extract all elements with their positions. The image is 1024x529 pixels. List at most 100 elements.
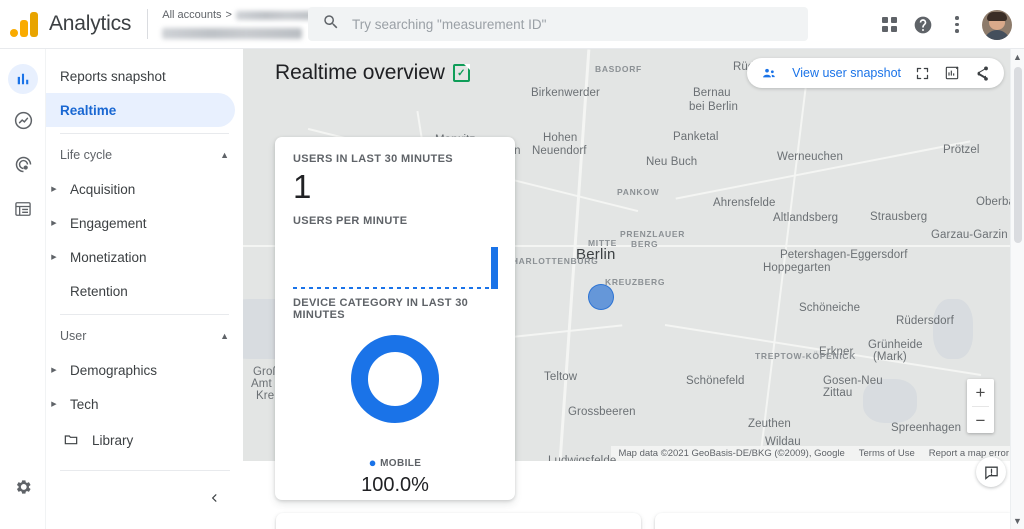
- users-per-minute-chart[interactable]: [293, 243, 499, 289]
- map-label: Rüdersdorf: [896, 315, 954, 327]
- gear-icon[interactable]: [0, 477, 46, 497]
- user-snapshot-icon: [761, 65, 778, 82]
- users-by-audience-card: Users ▼ by Audience #1 -: [655, 513, 1016, 529]
- folder-icon: [62, 431, 80, 450]
- map-attribution: Map data ©2021 GeoBasis-DE/BKG (©2009), …: [611, 446, 1016, 461]
- chart-bar: [491, 247, 499, 289]
- chevron-up-icon[interactable]: ▲: [220, 150, 229, 160]
- analytics-logo-icon: [10, 11, 40, 37]
- feedback-chat-icon[interactable]: [976, 457, 1006, 487]
- sidebar-item-label: Realtime: [60, 102, 117, 118]
- bar-chart-icon: [8, 64, 38, 94]
- scrollbar-thumb[interactable]: [1014, 67, 1022, 243]
- sidebar-section-user[interactable]: User ▲: [46, 319, 243, 353]
- share-icon[interactable]: [974, 65, 990, 81]
- help-circle-icon[interactable]: [906, 8, 940, 42]
- sidebar-item-tech[interactable]: ▶ Tech: [46, 387, 235, 421]
- map-label: Schöneiche: [799, 302, 861, 314]
- map-zoom-in-button[interactable]: +: [967, 379, 994, 406]
- rail-item-explore[interactable]: [0, 101, 46, 145]
- page-title: Realtime overview: [275, 61, 445, 84]
- view-user-snapshot-link[interactable]: View user snapshot: [792, 66, 901, 80]
- map-label: BASDORF: [595, 64, 642, 74]
- sidebar-item-acquisition[interactable]: ▶ Acquisition: [46, 172, 235, 206]
- map-label: Strausberg: [870, 211, 928, 223]
- map-zoom-out-button[interactable]: −: [967, 407, 994, 434]
- device-category-donut[interactable]: [293, 335, 497, 451]
- rail-item-advertising[interactable]: [0, 145, 46, 189]
- map-label: Neuendorf: [532, 145, 587, 157]
- sidebar-nav: Reports snapshot Realtime Life cycle ▲ ▶…: [46, 49, 243, 529]
- sidebar-item-engagement[interactable]: ▶ Engagement: [46, 206, 235, 240]
- page-scrollbar[interactable]: ▲ ▼: [1010, 49, 1024, 529]
- map-terms-link[interactable]: Terms of Use: [859, 448, 915, 459]
- map-zoom-controls[interactable]: + −: [967, 379, 994, 433]
- users-30min-value: 1: [293, 168, 312, 205]
- scroll-down-icon[interactable]: ▼: [1011, 513, 1024, 529]
- account-selector[interactable]: All accounts > ▼: [162, 9, 322, 39]
- donut-ring: [351, 335, 439, 423]
- sidebar-divider: [60, 133, 229, 134]
- document-check-icon[interactable]: ✓: [452, 64, 470, 82]
- map-label: Grünheide: [868, 339, 923, 351]
- sidebar-item-retention[interactable]: Retention: [46, 274, 235, 308]
- search-bar[interactable]: [308, 7, 808, 41]
- sidebar-item-reports-snapshot[interactable]: Reports snapshot: [46, 59, 235, 93]
- main-content: Berlin Map data ©2021 GeoBasis-DE/BKG (©…: [243, 49, 1024, 529]
- sidebar-item-realtime[interactable]: Realtime: [46, 93, 235, 127]
- realtime-overview-card: USERS IN LAST 30 MINUTES 1 USERS PER MIN…: [275, 137, 515, 500]
- sidebar-item-library[interactable]: Library: [46, 423, 243, 457]
- search-input[interactable]: [352, 16, 772, 32]
- sidebar-collapse-button[interactable]: [203, 487, 225, 509]
- fullscreen-expand-icon[interactable]: [915, 66, 930, 81]
- map-label: Ahrensfelde: [713, 197, 776, 209]
- map-label: Altlandsberg: [773, 212, 839, 224]
- map-label: Hoppegarten: [763, 262, 831, 274]
- map-data-credit: Map data ©2021 GeoBasis-DE/BKG (©2009), …: [618, 448, 845, 459]
- advertising-target-icon: [13, 154, 34, 180]
- sidebar-section-label: Life cycle: [60, 148, 113, 162]
- map-label: Spreenhagen: [891, 422, 962, 434]
- apps-grid-icon[interactable]: [872, 8, 906, 42]
- map-label: BERG: [631, 239, 659, 249]
- avatar[interactable]: [982, 9, 1012, 40]
- map-label: Grossbeeren: [568, 406, 636, 418]
- explore-compass-icon: [13, 110, 34, 136]
- map-label: Birkenwerder: [531, 87, 600, 99]
- sidebar-item-monetization[interactable]: ▶ Monetization: [46, 240, 235, 274]
- property-name-redacted: [162, 28, 303, 39]
- map-label: MITTE: [588, 238, 617, 248]
- map-label: Petershagen-Eggersdorf: [780, 249, 908, 261]
- rail-item-configure[interactable]: [0, 189, 46, 233]
- users-per-minute-label: USERS PER MINUTE: [293, 215, 408, 227]
- snapshot-action-bar: View user snapshot: [747, 58, 1004, 88]
- sidebar-item-label: Monetization: [70, 249, 147, 265]
- chevron-up-icon[interactable]: ▲: [220, 331, 229, 341]
- donut-legend: ● MOBILE 100.0%: [293, 455, 497, 497]
- sidebar-section-label: User: [60, 329, 87, 343]
- sidebar-section-life-cycle[interactable]: Life cycle ▲: [46, 138, 243, 172]
- rail-item-reports[interactable]: [0, 57, 46, 101]
- sidebar-bottom-divider: [60, 470, 230, 471]
- sidebar-item-label: Reports snapshot: [60, 68, 166, 84]
- map-label: Garzau-Garzin: [931, 229, 1008, 241]
- nav-rail: [0, 49, 46, 529]
- users-by-user-source-card: Users by User source ▼ #1 -: [276, 513, 641, 529]
- map-label: (Mark): [873, 351, 907, 363]
- sidebar-item-label: Tech: [70, 396, 99, 412]
- sidebar-divider: [60, 314, 229, 315]
- map-label: Teltow: [544, 371, 578, 383]
- scroll-up-icon[interactable]: ▲: [1011, 49, 1024, 65]
- map-label: bei Berlin: [689, 101, 738, 113]
- breadcrumb-all-accounts[interactable]: All accounts: [162, 9, 221, 21]
- map-label: KREUZBERG: [605, 277, 666, 287]
- expand-arrow-icon: ▶: [51, 220, 57, 227]
- map-label: Ludwigsfelde: [548, 455, 617, 461]
- more-vert-icon[interactable]: [940, 8, 974, 42]
- map-label: Schönefeld: [686, 375, 745, 387]
- map-label: Zittau: [823, 387, 853, 399]
- insights-edit-icon[interactable]: [944, 65, 960, 81]
- sidebar-item-demographics[interactable]: ▶ Demographics: [46, 353, 235, 387]
- map-label: Hohen: [543, 132, 578, 144]
- map-label: Neu Buch: [646, 156, 698, 168]
